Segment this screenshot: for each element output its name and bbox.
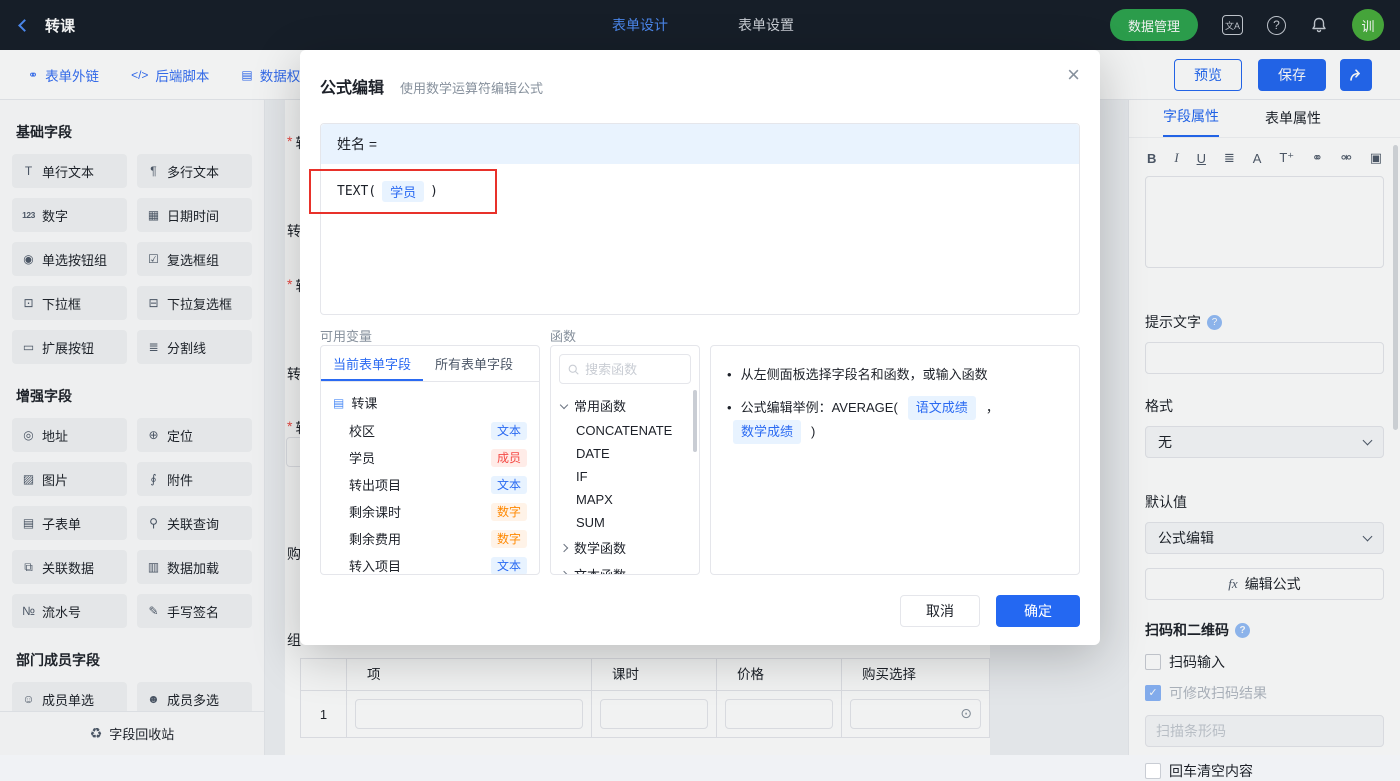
formula-close-paren: ) xyxy=(430,184,438,199)
modal-footer: 取消 确定 xyxy=(900,595,1080,627)
chevron-down-icon xyxy=(559,400,569,409)
variable-item[interactable]: 剩余课时 数字 xyxy=(321,498,539,525)
tip-text: ) xyxy=(811,424,816,439)
variable-item[interactable]: 剩余费用 数字 xyxy=(321,525,539,552)
tips-panel: • 从左侧面板选择字段名和函数，或输入函数 • 公式编辑举例：AVERAGE( 语… xyxy=(710,345,1080,575)
type-badge: 数字 xyxy=(490,529,527,548)
function-item-if[interactable]: IF xyxy=(551,465,699,488)
tip-line: • 公式编辑举例：AVERAGE( 语文成绩 ， 数学成绩 ) xyxy=(727,396,1063,444)
function-search-box xyxy=(559,354,691,384)
variable-name: 校区 xyxy=(349,424,376,439)
formula-function-text: TEXT( xyxy=(337,184,377,199)
formula-editor[interactable]: TEXT( 学员 ) xyxy=(321,164,1079,219)
tip-text: 从左侧面板选择字段名和函数，或输入函数 xyxy=(740,367,988,382)
function-item-date[interactable]: DATE xyxy=(551,442,699,465)
variable-name: 转出项目 xyxy=(349,478,402,493)
chevron-right-icon xyxy=(559,543,569,552)
close-icon[interactable]: × xyxy=(1067,64,1080,86)
function-group-label: 数学函数 xyxy=(574,541,627,556)
variables-list: ▤ 转课 校区 文本 学员 成员 转出项目 文本 剩余课时 数字 剩余费用 数字 转入项目文… xyxy=(321,382,539,574)
modal-title: 公式编辑 xyxy=(320,80,385,97)
type-badge: 成员 xyxy=(490,448,527,467)
variables-panel-label: 可用变量 xyxy=(320,329,373,344)
tip-text: 公式编辑举例：AVERAGE( xyxy=(740,400,898,415)
modal-header: 公式编辑 使用数学运算符编辑公式 xyxy=(300,50,1100,98)
variable-name: 剩余费用 xyxy=(349,532,402,547)
function-group-text[interactable]: 文本函数 xyxy=(551,561,699,574)
formula-field-pill[interactable]: 学员 xyxy=(382,181,425,202)
type-badge: 文本 xyxy=(490,421,527,440)
variable-item[interactable]: 校区 文本 xyxy=(321,417,539,444)
function-group-label: 常用函数 xyxy=(574,399,627,414)
modal-subtitle: 使用数学运算符编辑公式 xyxy=(400,81,544,96)
form-node-name: 转课 xyxy=(351,396,378,411)
function-group-label: 文本函数 xyxy=(574,565,626,574)
variable-item[interactable]: 转出项目 文本 xyxy=(321,471,539,498)
bullet-icon: • xyxy=(727,367,732,382)
variables-tabs: 当前表单字段 所有表单字段 xyxy=(321,346,539,382)
confirm-button[interactable]: 确定 xyxy=(996,595,1080,627)
function-search-input[interactable] xyxy=(585,361,682,377)
variable-item[interactable]: 转入项目 文本 xyxy=(321,552,539,574)
example-field-pill: 数学成绩 xyxy=(733,420,802,444)
cancel-button[interactable]: 取消 xyxy=(900,595,980,627)
scrollbar-thumb[interactable] xyxy=(693,390,697,452)
tip-line: • 从左侧面板选择字段名和函数，或输入函数 xyxy=(727,364,1063,386)
type-badge: 文本 xyxy=(490,556,527,574)
formula-target-text: 姓名 = xyxy=(337,136,378,152)
formula-edit-modal: × 公式编辑 使用数学运算符编辑公式 姓名 = TEXT( 学员 ) 可用变量 … xyxy=(300,50,1100,645)
variables-panel: 当前表单字段 所有表单字段 ▤ 转课 校区 文本 学员 成员 转出项目 文本 剩余课时数… xyxy=(320,345,540,575)
variable-item[interactable]: 学员 成员 xyxy=(321,444,539,471)
variable-name: 剩余课时 xyxy=(349,505,402,520)
chevron-right-icon xyxy=(559,570,569,574)
variable-name: 转入项目 xyxy=(349,559,402,574)
function-item-concatenate[interactable]: CONCATENATE xyxy=(551,419,699,442)
enter-clear-label: 回车清空内容 xyxy=(1169,763,1253,779)
function-item-mapx[interactable]: MAPX xyxy=(551,488,699,511)
functions-panel-label: 函数 xyxy=(550,329,577,344)
function-group-common[interactable]: 常用函数 xyxy=(551,392,699,419)
formula-target: 姓名 = xyxy=(321,124,1079,164)
type-badge: 数字 xyxy=(490,502,527,521)
tab-current-form-fields[interactable]: 当前表单字段 xyxy=(321,346,423,381)
form-node[interactable]: ▤ 转课 xyxy=(321,388,539,417)
example-field-pill: 语文成绩 xyxy=(907,396,976,420)
tab-all-form-fields[interactable]: 所有表单字段 xyxy=(423,346,525,381)
function-item-sum[interactable]: SUM xyxy=(551,511,699,534)
bullet-icon: • xyxy=(727,400,732,415)
function-group-math[interactable]: 数学函数 xyxy=(551,534,699,561)
variable-name: 学员 xyxy=(349,451,376,466)
enter-clear-checkbox-row[interactable]: 回车清空内容 xyxy=(1145,761,1384,781)
checkbox-unchecked[interactable] xyxy=(1145,763,1161,779)
type-badge: 文本 xyxy=(490,475,527,494)
search-icon xyxy=(568,364,579,375)
tip-separator: ， xyxy=(985,400,999,415)
formula-editor-box: 姓名 = TEXT( 学员 ) xyxy=(309,123,1080,315)
form-document-icon: ▤ xyxy=(333,395,345,410)
functions-panel: 常用函数 CONCATENATE DATE IF MAPX SUM 数学函数 文… xyxy=(550,345,700,575)
